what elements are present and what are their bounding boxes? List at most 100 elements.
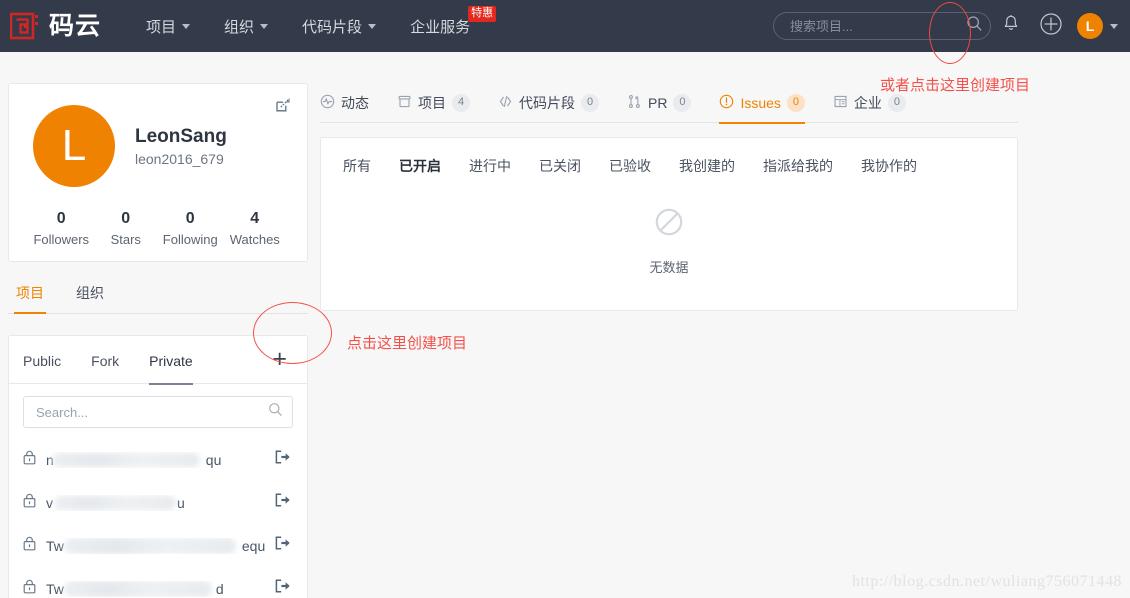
issues-panel: 所有 已开启 进行中 已关闭 已验收 我创建的 指派给我的 我协作的 无数据	[320, 137, 1018, 311]
stat-value: 0	[56, 210, 66, 227]
search-input[interactable]	[790, 18, 966, 34]
notifications-button[interactable]	[991, 6, 1031, 46]
tab-count: 0	[887, 93, 906, 112]
search-icon[interactable]	[268, 402, 283, 422]
owner-tabs: 项目 组织	[8, 274, 308, 314]
filter-assigned-to-me[interactable]: 指派给我的	[763, 156, 833, 176]
repository-name: n qu	[46, 452, 274, 468]
repository-panel: Public Fork Private + Search... n qu v u…	[8, 335, 308, 598]
stat-value: 0	[121, 210, 131, 227]
empty-state: 无数据	[321, 176, 1017, 310]
left-column: L LeonSang leon2016_679 0 Followers 0 St…	[8, 83, 308, 598]
redaction-overlay	[64, 537, 236, 554]
lock-icon	[23, 536, 36, 556]
repository-list-item[interactable]: vu	[9, 481, 307, 524]
tab-label: Issues	[740, 94, 781, 111]
repo-tab-public[interactable]: Public	[23, 337, 61, 385]
repo-name-prefix: v	[46, 494, 53, 511]
filter-created-by-me[interactable]: 我创建的	[679, 156, 735, 176]
edit-profile-icon[interactable]	[274, 96, 292, 119]
tab-issues[interactable]: Issues 0	[719, 84, 805, 124]
filter-all[interactable]: 所有	[343, 156, 371, 176]
owner-tab-organizations[interactable]: 组织	[74, 275, 106, 314]
nav-item-enterprise[interactable]: 企业服务 特惠	[393, 0, 497, 52]
stat-watches[interactable]: 4 Watches	[223, 210, 288, 247]
repository-search-box[interactable]	[23, 396, 293, 428]
lock-icon	[23, 493, 36, 513]
chevron-down-icon	[368, 23, 377, 29]
export-icon[interactable]	[274, 449, 291, 470]
repo-tab-private[interactable]: Private	[149, 337, 193, 385]
stat-value: 0	[185, 210, 195, 227]
stat-following[interactable]: 0 Following	[158, 210, 223, 247]
stat-stars[interactable]: 0 Stars	[94, 210, 159, 247]
create-new-button[interactable]	[1031, 6, 1071, 46]
repository-list-item[interactable]: Tw equ	[9, 524, 307, 567]
repository-search-row	[9, 384, 307, 434]
tab-pull-requests[interactable]: PR 0	[627, 84, 692, 124]
export-icon[interactable]	[274, 535, 291, 556]
chevron-down-icon	[182, 23, 191, 29]
repository-list-item[interactable]: Tw d	[9, 567, 307, 598]
profile-avatar[interactable]: L	[33, 105, 115, 187]
profile-card: L LeonSang leon2016_679 0 Followers 0 St…	[8, 83, 308, 262]
repo-name-suffix: equ	[241, 537, 266, 554]
filter-closed[interactable]: 已关闭	[539, 156, 581, 176]
logo[interactable]: 码云	[9, 11, 102, 41]
logo-text: 码云	[49, 11, 102, 40]
plus-circle-icon	[1039, 12, 1063, 41]
search-icon[interactable]	[966, 15, 983, 37]
repository-tabs: Public Fork Private +	[9, 336, 307, 385]
repository-search-input[interactable]	[36, 404, 268, 420]
add-repository-button[interactable]: +	[272, 347, 293, 372]
nav-item-snippets[interactable]: 代码片段	[285, 0, 393, 52]
search-box[interactable]	[773, 12, 991, 40]
filter-collaborating[interactable]: 我协作的	[861, 156, 917, 176]
user-avatar[interactable]: L	[1077, 13, 1103, 39]
stat-label: Stars	[110, 232, 141, 247]
lock-icon	[23, 579, 36, 598]
repository-list-item[interactable]: n qu	[9, 438, 307, 481]
tab-label: 代码片段	[519, 94, 575, 111]
repo-name-suffix: qu	[205, 451, 222, 468]
repo-name-prefix: Tw	[46, 537, 64, 554]
nav-label: 组织	[224, 18, 255, 36]
top-header: 码云 项目 组织 代码片段 企业服务 特惠 搜索项目... L	[0, 0, 1130, 52]
tab-activity[interactable]: 动态	[320, 84, 369, 124]
nav-item-projects[interactable]: 项目	[129, 0, 207, 52]
filter-open[interactable]: 已开启	[399, 156, 441, 176]
tab-projects[interactable]: 项目 4	[397, 84, 470, 124]
empty-state-text: 无数据	[649, 260, 689, 275]
mayun-logo-icon	[9, 11, 40, 41]
profile-login: leon2016_679	[135, 151, 224, 168]
tab-count: 0	[581, 93, 599, 112]
stat-label: Watches	[229, 232, 280, 247]
filter-in-progress[interactable]: 进行中	[469, 156, 511, 176]
annotation-text-create-repository: 点击这里创建项目	[347, 335, 468, 352]
page-body: L LeonSang leon2016_679 0 Followers 0 St…	[0, 52, 1130, 598]
nav-label: 项目	[146, 18, 177, 36]
owner-tab-projects[interactable]: 项目	[14, 275, 46, 314]
tab-snippets[interactable]: 代码片段 0	[498, 84, 599, 124]
user-menu-chevron-down-icon[interactable]	[1110, 23, 1118, 29]
export-icon[interactable]	[274, 492, 291, 513]
box-icon	[397, 94, 412, 112]
export-icon[interactable]	[274, 578, 291, 598]
repository-name: Tw d	[46, 580, 274, 597]
filter-accepted[interactable]: 已验收	[609, 156, 651, 176]
activity-icon	[320, 94, 335, 112]
tab-label: 企业	[853, 94, 882, 111]
building-icon	[833, 94, 848, 112]
tab-count: 0	[786, 93, 805, 112]
redaction-overlay	[52, 452, 200, 467]
repo-tab-fork[interactable]: Fork	[91, 337, 119, 385]
stat-followers[interactable]: 0 Followers	[29, 210, 94, 247]
tab-count: 0	[673, 93, 692, 112]
code-icon	[498, 94, 513, 112]
watermark: http://blog.csdn.net/wuliang756071448	[851, 573, 1122, 590]
stat-label: Following	[162, 232, 218, 247]
nav-item-organizations[interactable]: 组织	[207, 0, 285, 52]
pull-request-icon	[627, 94, 642, 112]
profile-name: LeonSang	[135, 125, 227, 147]
repo-name-suffix: u	[177, 494, 185, 511]
